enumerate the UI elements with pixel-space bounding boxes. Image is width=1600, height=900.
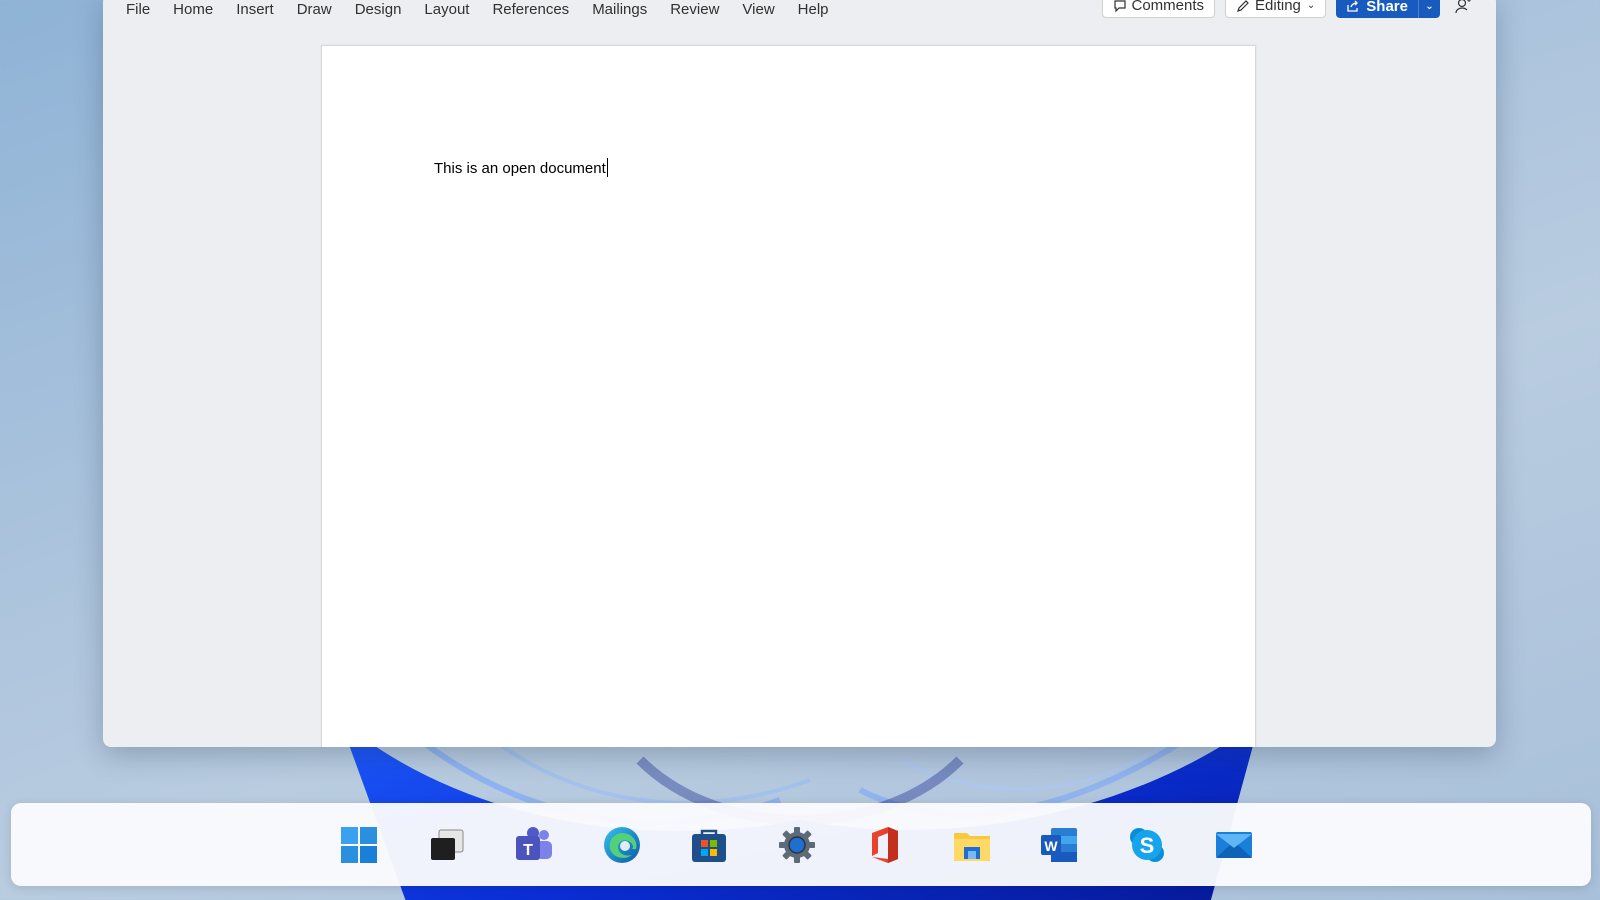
person-icon[interactable] — [1452, 0, 1476, 18]
share-button-group: Share ⌄ — [1336, 0, 1440, 18]
word-window: File Home Insert Draw Design Layout Refe… — [103, 0, 1496, 747]
task-view-icon[interactable] — [424, 822, 470, 868]
file-explorer-icon[interactable] — [949, 822, 995, 868]
skype-icon[interactable]: S — [1124, 822, 1170, 868]
ribbon-actions: Comments Editing ⌄ Share ⌄ — [1101, 0, 1477, 18]
tab-layout[interactable]: Layout — [424, 1, 469, 19]
document-text: This is an open document — [434, 160, 606, 177]
taskbar-apps: T W S — [336, 822, 1299, 868]
tab-home[interactable]: Home — [173, 1, 213, 19]
store-icon[interactable] — [686, 822, 732, 868]
editing-mode-button[interactable]: Editing ⌄ — [1225, 0, 1327, 18]
tab-draw[interactable]: Draw — [297, 1, 332, 19]
mail-icon[interactable] — [1211, 822, 1257, 868]
tab-references[interactable]: References — [492, 1, 569, 19]
editing-label: Editing — [1255, 0, 1301, 14]
teams-icon[interactable]: T — [511, 822, 557, 868]
tab-review[interactable]: Review — [670, 1, 719, 19]
comment-icon — [1113, 0, 1126, 12]
tab-design[interactable]: Design — [355, 1, 402, 19]
tab-insert[interactable]: Insert — [236, 1, 274, 19]
share-dropdown-button[interactable]: ⌄ — [1418, 0, 1440, 18]
chevron-down-icon: ⌄ — [1306, 0, 1316, 11]
share-icon — [1347, 0, 1359, 12]
word-icon[interactable]: W — [1036, 822, 1082, 868]
tab-view[interactable]: View — [742, 1, 774, 19]
tab-mailings[interactable]: Mailings — [592, 1, 647, 19]
document-body[interactable]: This is an open document — [434, 158, 608, 177]
tab-file[interactable]: File — [126, 1, 150, 19]
comments-button[interactable]: Comments — [1101, 0, 1216, 18]
svg-text:T: T — [523, 842, 533, 859]
pencil-icon — [1237, 0, 1249, 12]
document-page[interactable]: This is an open document — [321, 45, 1256, 747]
tab-help[interactable]: Help — [798, 1, 829, 19]
svg-text:S: S — [1139, 833, 1154, 858]
edge-icon[interactable] — [599, 822, 645, 868]
svg-text:W: W — [1044, 838, 1058, 854]
settings-icon[interactable] — [774, 822, 820, 868]
share-label: Share — [1366, 0, 1408, 15]
taskbar: T W S — [11, 803, 1591, 886]
comments-label: Comments — [1131, 0, 1205, 14]
share-button[interactable]: Share — [1336, 0, 1418, 18]
ribbon-tabs: File Home Insert Draw Design Layout Refe… — [126, 0, 852, 23]
text-caret — [606, 158, 608, 177]
start-icon[interactable] — [336, 822, 382, 868]
ribbon-tab-bar: File Home Insert Draw Design Layout Refe… — [103, 0, 1496, 23]
office-icon[interactable] — [861, 822, 907, 868]
